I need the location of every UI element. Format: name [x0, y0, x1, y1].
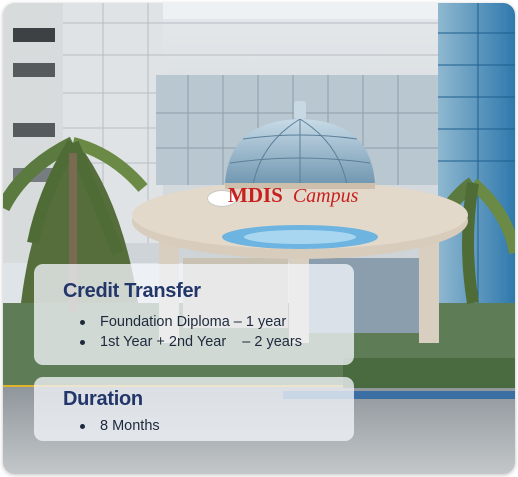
duration-heading: Duration: [63, 388, 143, 410]
credit-transfer-list: Foundation Diploma – 1 year 1st Year + 2…: [79, 313, 302, 352]
bullet-icon: [80, 424, 85, 429]
list-item-text: Foundation Diploma – 1 year: [100, 314, 287, 330]
list-item: 1st Year + 2nd Year – 2 years: [79, 333, 302, 353]
list-item: Foundation Diploma – 1 year: [79, 313, 302, 333]
campus-sign: MDIS Campus: [228, 183, 358, 208]
sign-name: MDIS: [228, 183, 283, 207]
bullet-icon: [80, 320, 85, 325]
bullet-icon: [80, 339, 85, 345]
duration-panel: Duration 8 Months: [34, 377, 354, 441]
list-item: 8 Months: [79, 417, 160, 437]
program-card: MDIS Campus Credit Transfer Foundation Di…: [3, 3, 515, 474]
credit-transfer-heading: Credit Transfer: [63, 280, 201, 302]
list-item-text: 1st Year + 2nd Year – 2 years: [100, 333, 302, 350]
credit-transfer-panel: Credit Transfer Foundation Diploma – 1 y…: [34, 264, 354, 365]
list-item-text: 8 Months: [100, 418, 160, 434]
sign-word: Campus: [292, 185, 359, 207]
duration-list: 8 Months: [79, 417, 160, 437]
